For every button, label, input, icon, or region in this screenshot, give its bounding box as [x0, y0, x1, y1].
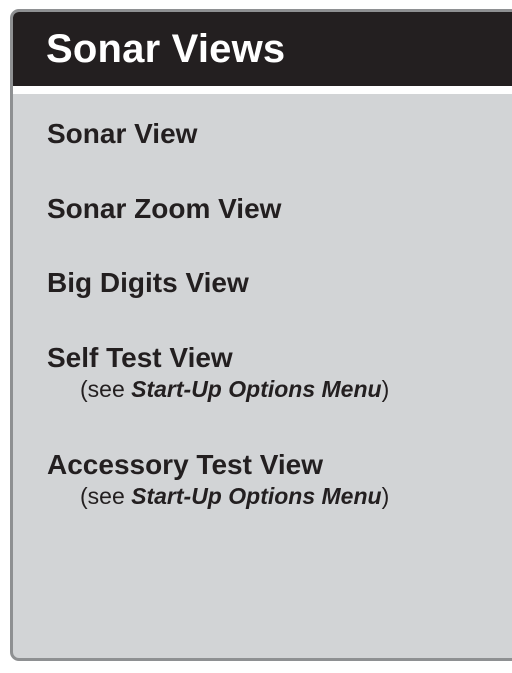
view-note: (see Start-Up Options Menu): [80, 482, 389, 510]
note-prefix: (see: [80, 483, 132, 509]
note-prefix: (see: [80, 376, 132, 402]
view-item-sonar-zoom: Sonar Zoom View: [47, 193, 281, 225]
note-reference: Start-Up Options Menu: [131, 483, 382, 509]
view-item-big-digits: Big Digits View: [47, 267, 249, 299]
view-label: Sonar Zoom View: [47, 193, 282, 224]
view-label: Self Test View: [47, 342, 233, 373]
note-suffix: ): [381, 483, 390, 509]
view-label: Sonar View: [47, 118, 198, 149]
sonar-views-panel: Sonar Views Sonar View Sonar Zoom View B…: [10, 9, 512, 661]
view-item-sonar: Sonar View: [47, 118, 197, 150]
view-item-self-test: Self Test View (see Start-Up Options Men…: [47, 342, 389, 403]
view-note: (see Start-Up Options Menu): [80, 375, 389, 403]
view-list: Sonar View Sonar Zoom View Big Digits Vi…: [13, 12, 512, 658]
view-label: Accessory Test View: [47, 449, 324, 480]
note-suffix: ): [381, 376, 390, 402]
note-reference: Start-Up Options Menu: [131, 376, 382, 402]
view-label: Big Digits View: [47, 267, 249, 298]
view-item-accessory-test: Accessory Test View (see Start-Up Option…: [47, 449, 389, 510]
